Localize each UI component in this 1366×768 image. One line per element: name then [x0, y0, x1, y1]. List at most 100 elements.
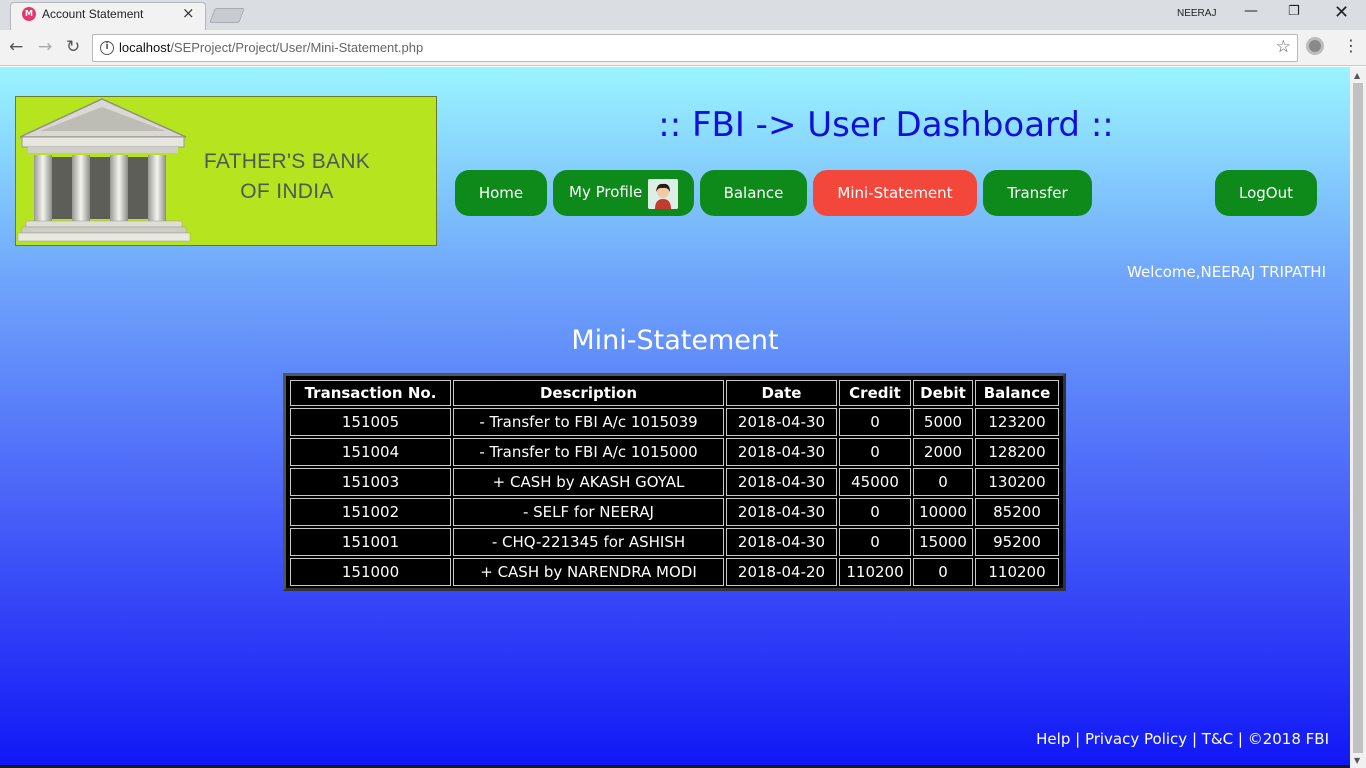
new-tab-button[interactable] [209, 8, 245, 23]
cell-debit: 10000 [913, 498, 973, 526]
cell-debit: 5000 [913, 408, 973, 436]
column-header-credit: Credit [839, 380, 911, 406]
cell-date: 2018-04-20 [726, 558, 837, 586]
cell-date: 2018-04-30 [726, 468, 837, 496]
cell-debit: 2000 [913, 438, 973, 466]
table-row: 151001 - CHQ-221345 for ASHISH 2018-04-3… [290, 528, 1059, 556]
avatar [648, 179, 678, 209]
reload-icon[interactable]: ↻ [66, 37, 80, 57]
column-header-debit: Debit [913, 380, 973, 406]
cell-description: - Transfer to FBI A/c 1015039 [453, 408, 724, 436]
scroll-up-arrow-icon[interactable]: ▲ [1354, 71, 1360, 80]
site-favicon-icon: M [22, 7, 36, 21]
cell-balance: 128200 [975, 438, 1059, 466]
logo-text: FATHER'S BANK OF INDIA [182, 147, 392, 207]
cell-debit: 0 [913, 468, 973, 496]
cell-description: + CASH by AKASH GOYAL [453, 468, 724, 496]
site-info-icon[interactable]: i [100, 41, 114, 55]
url-text[interactable]: localhost/SEProject/Project/User/Mini-St… [119, 40, 423, 55]
cell-date: 2018-04-30 [726, 408, 837, 436]
column-header-balance: Balance [975, 380, 1059, 406]
address-bar[interactable]: i localhost/SEProject/Project/User/Mini-… [92, 34, 1298, 62]
footer-links: Help | Privacy Policy | T&C | ©2018 FBI [1036, 730, 1329, 748]
welcome-message: Welcome,NEERAJ TRIPATHI [1127, 263, 1326, 281]
back-arrow-icon[interactable]: ← [9, 37, 23, 57]
table-row: 151002 - SELF for NEERAJ 2018-04-30 0 10… [290, 498, 1059, 526]
table-row: 151004 - Transfer to FBI A/c 1015000 201… [290, 438, 1059, 466]
cell-balance: 95200 [975, 528, 1059, 556]
cell-transaction-no: 151004 [290, 438, 451, 466]
cell-description: + CASH by NARENDRA MODI [453, 558, 724, 586]
table-row: 151003 + CASH by AKASH GOYAL 2018-04-30 … [290, 468, 1059, 496]
nav-my-profile-label: My Profile [569, 183, 643, 201]
cell-balance: 85200 [975, 498, 1059, 526]
page-viewport: FATHER'S BANK OF INDIA :: FBI -> User Da… [0, 67, 1350, 765]
nav-home-button[interactable]: Home [455, 170, 547, 216]
table-header-row: Transaction No. Description Date Credit … [290, 380, 1059, 406]
cell-description: - SELF for NEERAJ [453, 498, 724, 526]
scrollbar-thumb[interactable] [1353, 83, 1363, 753]
window-close-button[interactable]: ✕ [1334, 2, 1349, 23]
browser-toolbar: ← → ↻ i localhost/SEProject/Project/User… [0, 30, 1366, 66]
dashboard-title: :: FBI -> User Dashboard :: [658, 105, 1114, 145]
cell-transaction-no: 151001 [290, 528, 451, 556]
cell-date: 2018-04-30 [726, 498, 837, 526]
cell-date: 2018-04-30 [726, 438, 837, 466]
mini-statement-table-container: Transaction No. Description Date Credit … [283, 373, 1066, 591]
cell-credit: 0 [839, 498, 911, 526]
cell-description: - Transfer to FBI A/c 1015000 [453, 438, 724, 466]
forward-arrow-icon[interactable]: → [38, 37, 52, 57]
nav-transfer-button[interactable]: Transfer [983, 170, 1092, 216]
footer-separator: | [1187, 730, 1202, 748]
user-avatar-icon [648, 179, 678, 209]
nav-balance-button[interactable]: Balance [700, 170, 807, 216]
logout-button[interactable]: LogOut [1215, 170, 1317, 216]
logo-line-1: FATHER'S BANK [203, 150, 371, 173]
cell-transaction-no: 151002 [290, 498, 451, 526]
cell-credit: 0 [839, 528, 911, 556]
cell-credit: 110200 [839, 558, 911, 586]
cell-description: - CHQ-221345 for ASHISH [453, 528, 724, 556]
nav-my-profile-button[interactable]: My Profile [553, 170, 694, 216]
cell-credit: 0 [839, 438, 911, 466]
section-title: Mini-Statement [571, 325, 779, 356]
cell-debit: 0 [913, 558, 973, 586]
footer-copyright: ©2018 FBI [1247, 730, 1329, 748]
window-minimize-button[interactable]: — [1244, 3, 1258, 19]
column-header-description: Description [453, 380, 724, 406]
nav-mini-statement-button[interactable]: Mini-Statement [813, 170, 977, 216]
tab-title: Account Statement [42, 7, 144, 21]
window-restore-button[interactable]: ❐ [1288, 4, 1300, 19]
cell-balance: 123200 [975, 408, 1059, 436]
mini-statement-table: Transaction No. Description Date Credit … [288, 378, 1061, 588]
browser-profile-name[interactable]: NEERAJ [1177, 8, 1216, 19]
bookmark-star-icon[interactable]: ☆ [1276, 37, 1291, 57]
footer-terms-link[interactable]: T&C [1202, 730, 1233, 748]
footer-privacy-link[interactable]: Privacy Policy [1085, 730, 1187, 748]
table-row: 151000 + CASH by NARENDRA MODI 2018-04-2… [290, 558, 1059, 586]
cell-debit: 15000 [913, 528, 973, 556]
cell-transaction-no: 151003 [290, 468, 451, 496]
footer-separator: | [1070, 730, 1085, 748]
cell-date: 2018-04-30 [726, 528, 837, 556]
column-header-transaction-no: Transaction No. [290, 380, 451, 406]
cell-credit: 0 [839, 408, 911, 436]
tab-close-icon[interactable]: × [182, 5, 195, 21]
url-host: localhost [119, 40, 171, 55]
extension-icon[interactable] [1306, 37, 1324, 55]
footer-separator: | [1233, 730, 1248, 748]
cell-balance: 110200 [975, 558, 1059, 586]
url-path: /SEProject/Project/User/Mini-Statement.p… [170, 40, 424, 55]
footer-help-link[interactable]: Help [1036, 730, 1070, 748]
cell-balance: 130200 [975, 468, 1059, 496]
scroll-down-arrow-icon[interactable]: ▼ [1354, 756, 1360, 765]
cell-credit: 45000 [839, 468, 911, 496]
cell-transaction-no: 151005 [290, 408, 451, 436]
browser-tab-strip: M Account Statement × NEERAJ — ❐ ✕ [0, 0, 1366, 30]
vertical-scrollbar[interactable]: ▲ ▼ [1350, 67, 1366, 768]
logo-line-2: OF INDIA [240, 180, 334, 203]
cell-transaction-no: 151000 [290, 558, 451, 586]
column-header-date: Date [726, 380, 837, 406]
table-row: 151005 - Transfer to FBI A/c 1015039 201… [290, 408, 1059, 436]
browser-menu-icon[interactable]: ⋮ [1343, 36, 1359, 56]
